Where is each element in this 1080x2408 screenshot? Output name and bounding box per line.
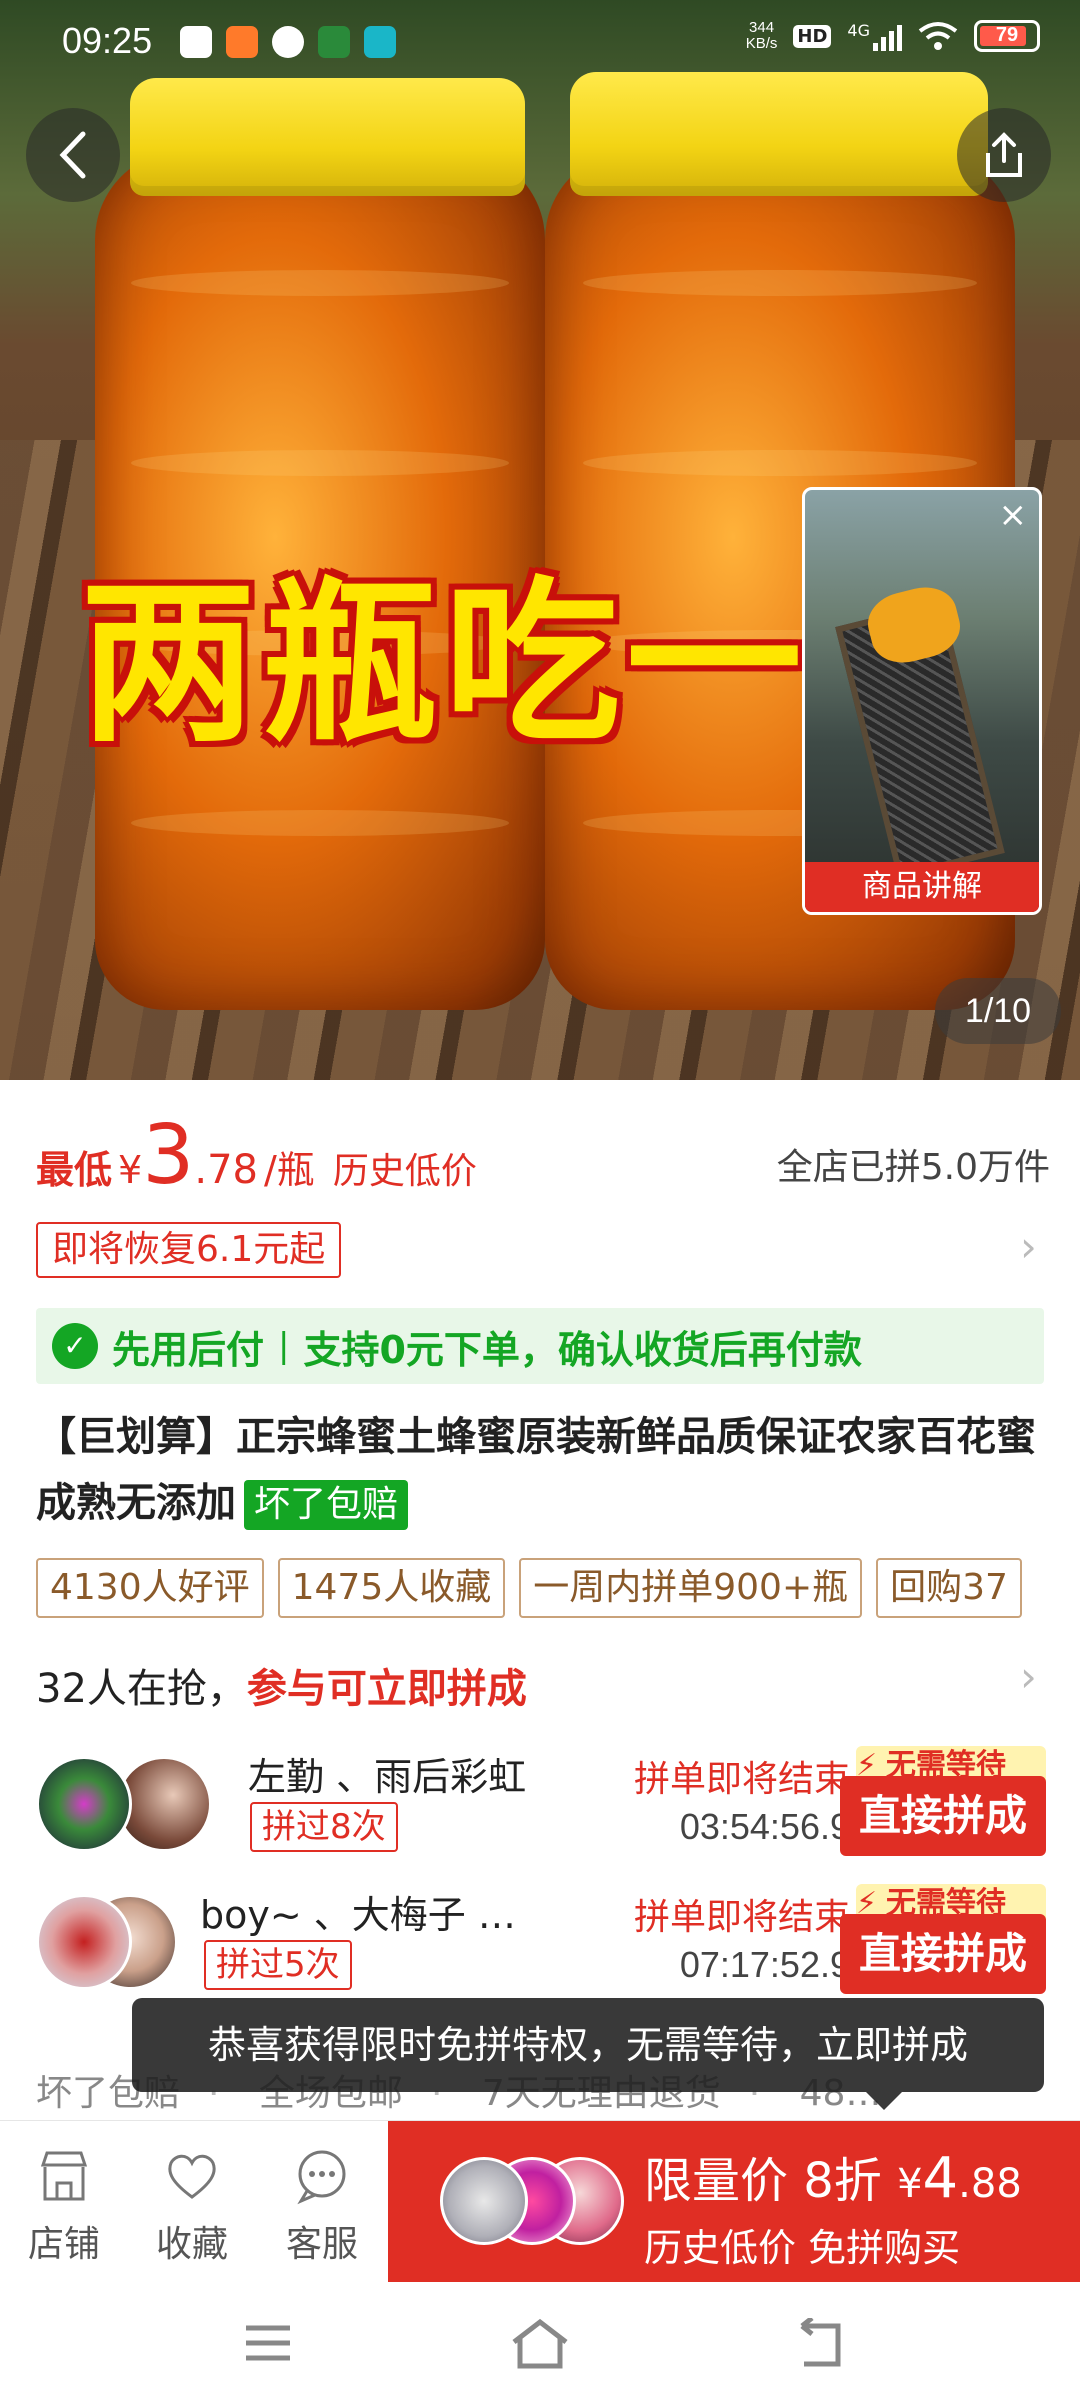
heart-icon — [168, 2154, 216, 2199]
pay-later-title: 先用后付 — [112, 1327, 265, 1372]
sold-count: 全店已拼5.0万件 — [776, 1147, 1050, 1188]
store-label: 店铺 — [27, 2224, 100, 2265]
network-speed: 344 KB/s — [745, 19, 778, 52]
join-group-label: 直接拼成 — [840, 1776, 1046, 1856]
app-notification-icon — [318, 26, 350, 58]
video-caption: 商品讲解 — [805, 862, 1039, 912]
check-badge-icon: ✓ — [52, 1323, 98, 1369]
status-time: 09:25 — [62, 20, 153, 61]
back-button[interactable] — [26, 108, 120, 202]
history-low-label: 历史低价 — [332, 1151, 477, 1192]
limited-price-integer: 4 — [922, 2146, 959, 2211]
toast-pointer — [866, 2092, 902, 2110]
favorite-button[interactable]: 收藏 — [132, 2147, 252, 2267]
chevron-right-icon[interactable]: › — [1020, 1652, 1037, 1701]
bottom-action-bar: 店铺 收藏 客服 限量价 8折 ¥4.88 历史低价 免拼购买 — [0, 2120, 1080, 2283]
store-button[interactable]: 店铺 — [4, 2147, 124, 2267]
group-count-badge: 拼过5次 — [204, 1940, 352, 1990]
chat-bubble-icon — [297, 2150, 346, 2205]
tag-repurchase[interactable]: 回购37 — [876, 1558, 1022, 1618]
tag-favorites[interactable]: 1475人收藏 — [277, 1558, 506, 1618]
pay-later-detail: 支持0元下单，确认收货后再付款 — [303, 1327, 862, 1372]
group-ending-label: 拼单即将结束 — [633, 1759, 850, 1800]
group-buy-header[interactable]: 32人在抢，参与可立即拼成 — [36, 1656, 527, 1714]
chevron-left-icon — [59, 131, 86, 179]
avatar — [36, 1894, 132, 1990]
jar-cap-left — [130, 78, 525, 196]
avatar — [36, 1756, 132, 1852]
tag-reviews[interactable]: 4130人好评 — [36, 1558, 264, 1618]
divider: | — [278, 1326, 290, 1366]
customer-service-button[interactable]: 客服 — [262, 2147, 382, 2267]
price-integer: 3 — [142, 1108, 195, 1203]
price: 最低 ¥3.78/瓶 历史低价 — [36, 1115, 477, 1197]
chat-icon — [272, 26, 304, 58]
customer-service-label: 客服 — [285, 2224, 358, 2265]
home-icon[interactable] — [508, 2318, 572, 2370]
pay-later-banner[interactable]: ✓ 先用后付 | 支持0元下单，确认收货后再付款 — [36, 1308, 1044, 1384]
menu-icon[interactable] — [240, 2318, 296, 2368]
guarantee-badge: 坏了包赔 — [244, 1480, 409, 1530]
app-notification-icon — [226, 26, 258, 58]
group-buy-row[interactable]: 左勤 、雨后彩虹 拼过8次 拼单即将结束 03:54:56.9 无需等待 ⚡ 直… — [36, 1746, 1046, 1856]
price-row: 最低 ¥3.78/瓶 历史低价 全店已拼5.0万件 — [36, 1115, 1050, 1200]
toast-text: 恭喜获得限时免拼特权，无需等待，立即拼成 — [207, 2023, 968, 2067]
group-countdown: 07:17:52.9 — [679, 1944, 850, 1985]
message-icon — [180, 26, 212, 58]
group-ending-label: 拼单即将结束 — [633, 1897, 850, 1938]
store-icon — [40, 2151, 88, 2201]
share-button[interactable] — [957, 108, 1051, 202]
group-count-badge: 拼过8次 — [250, 1802, 398, 1852]
group-countdown: 03:54:56.9 — [679, 1806, 850, 1847]
favorite-label: 收藏 — [155, 2224, 228, 2265]
group-members: 左勤 、雨后彩虹 — [248, 1755, 527, 1799]
toast-message: 恭喜获得限时免拼特权，无需等待，立即拼成 — [132, 1998, 1044, 2110]
system-navigation-bar — [0, 2282, 1080, 2408]
price-decimal: .78 — [194, 1147, 258, 1193]
join-group-label: 直接拼成 — [840, 1914, 1046, 1994]
chevron-right-icon[interactable]: › — [1020, 1222, 1037, 1271]
tag-weekly-orders[interactable]: 一周内拼单900+瓶 — [519, 1558, 863, 1618]
status-bar: 09:25 344 KB/s HD 4G 79 — [0, 0, 1080, 84]
hd-icon: HD — [793, 24, 832, 48]
product-explainer-video[interactable]: × 商品讲解 — [802, 487, 1042, 915]
limited-price-decimal: .88 — [958, 2161, 1022, 2207]
avatar — [440, 2157, 528, 2245]
group-members: boy~ 、大梅子 … — [200, 1893, 516, 1937]
limited-price: 限量价 8折 ¥4.88 — [644, 2141, 1022, 2211]
app-notification-icon — [364, 26, 396, 58]
back-nav-icon[interactable] — [792, 2318, 848, 2370]
buy-now-label: 历史低价 免拼购买 — [644, 2226, 961, 2270]
image-pager: 1/10 — [935, 978, 1061, 1044]
product-title-text: 【巨划算】正宗蜂蜜土蜂蜜原装新鲜品质保证农家百花蜜成熟无添加 — [36, 1414, 1036, 1526]
share-icon — [986, 132, 1022, 177]
limited-price-label: 限量价 8折 — [644, 2153, 882, 2209]
group-buy-count: 32人在抢， — [36, 1666, 247, 1712]
group-buy-row[interactable]: boy~ 、大梅子 … 拼过5次 拼单即将结束 07:17:52.9 无需等待 … — [36, 1884, 1046, 1994]
close-icon[interactable]: × — [999, 498, 1028, 532]
product-tags: 4130人好评 1475人收藏 一周内拼单900+瓶 回购37 — [36, 1558, 1080, 1620]
join-group-button[interactable]: 无需等待 ⚡ 直接拼成 — [840, 1746, 1046, 1856]
notification-icons — [180, 26, 396, 58]
price-label: 最低 — [36, 1148, 113, 1192]
jar-cap-right — [570, 72, 988, 196]
price-restore-notice: 即将恢复6.1元起 — [36, 1222, 342, 1278]
battery-icon: 79 — [974, 20, 1040, 52]
group-buy-highlight: 参与可立即拼成 — [246, 1666, 527, 1712]
product-title: 【巨划算】正宗蜂蜜土蜂蜜原装新鲜品质保证农家百花蜜成熟无添加 坏了包赔 — [36, 1404, 1046, 1536]
price-unit: /瓶 — [264, 1148, 315, 1192]
price-currency: ¥ — [118, 1148, 143, 1192]
signal-icon: 4G — [847, 21, 902, 51]
limited-price-currency: ¥ — [897, 2161, 923, 2207]
join-group-button[interactable]: 无需等待 ⚡ 直接拼成 — [840, 1884, 1046, 1994]
buy-now-button[interactable]: 限量价 8折 ¥4.88 历史低价 免拼购买 — [388, 2121, 1080, 2283]
image-overlay-text: 两瓶吃一 — [80, 561, 809, 766]
wifi-icon — [918, 22, 958, 50]
